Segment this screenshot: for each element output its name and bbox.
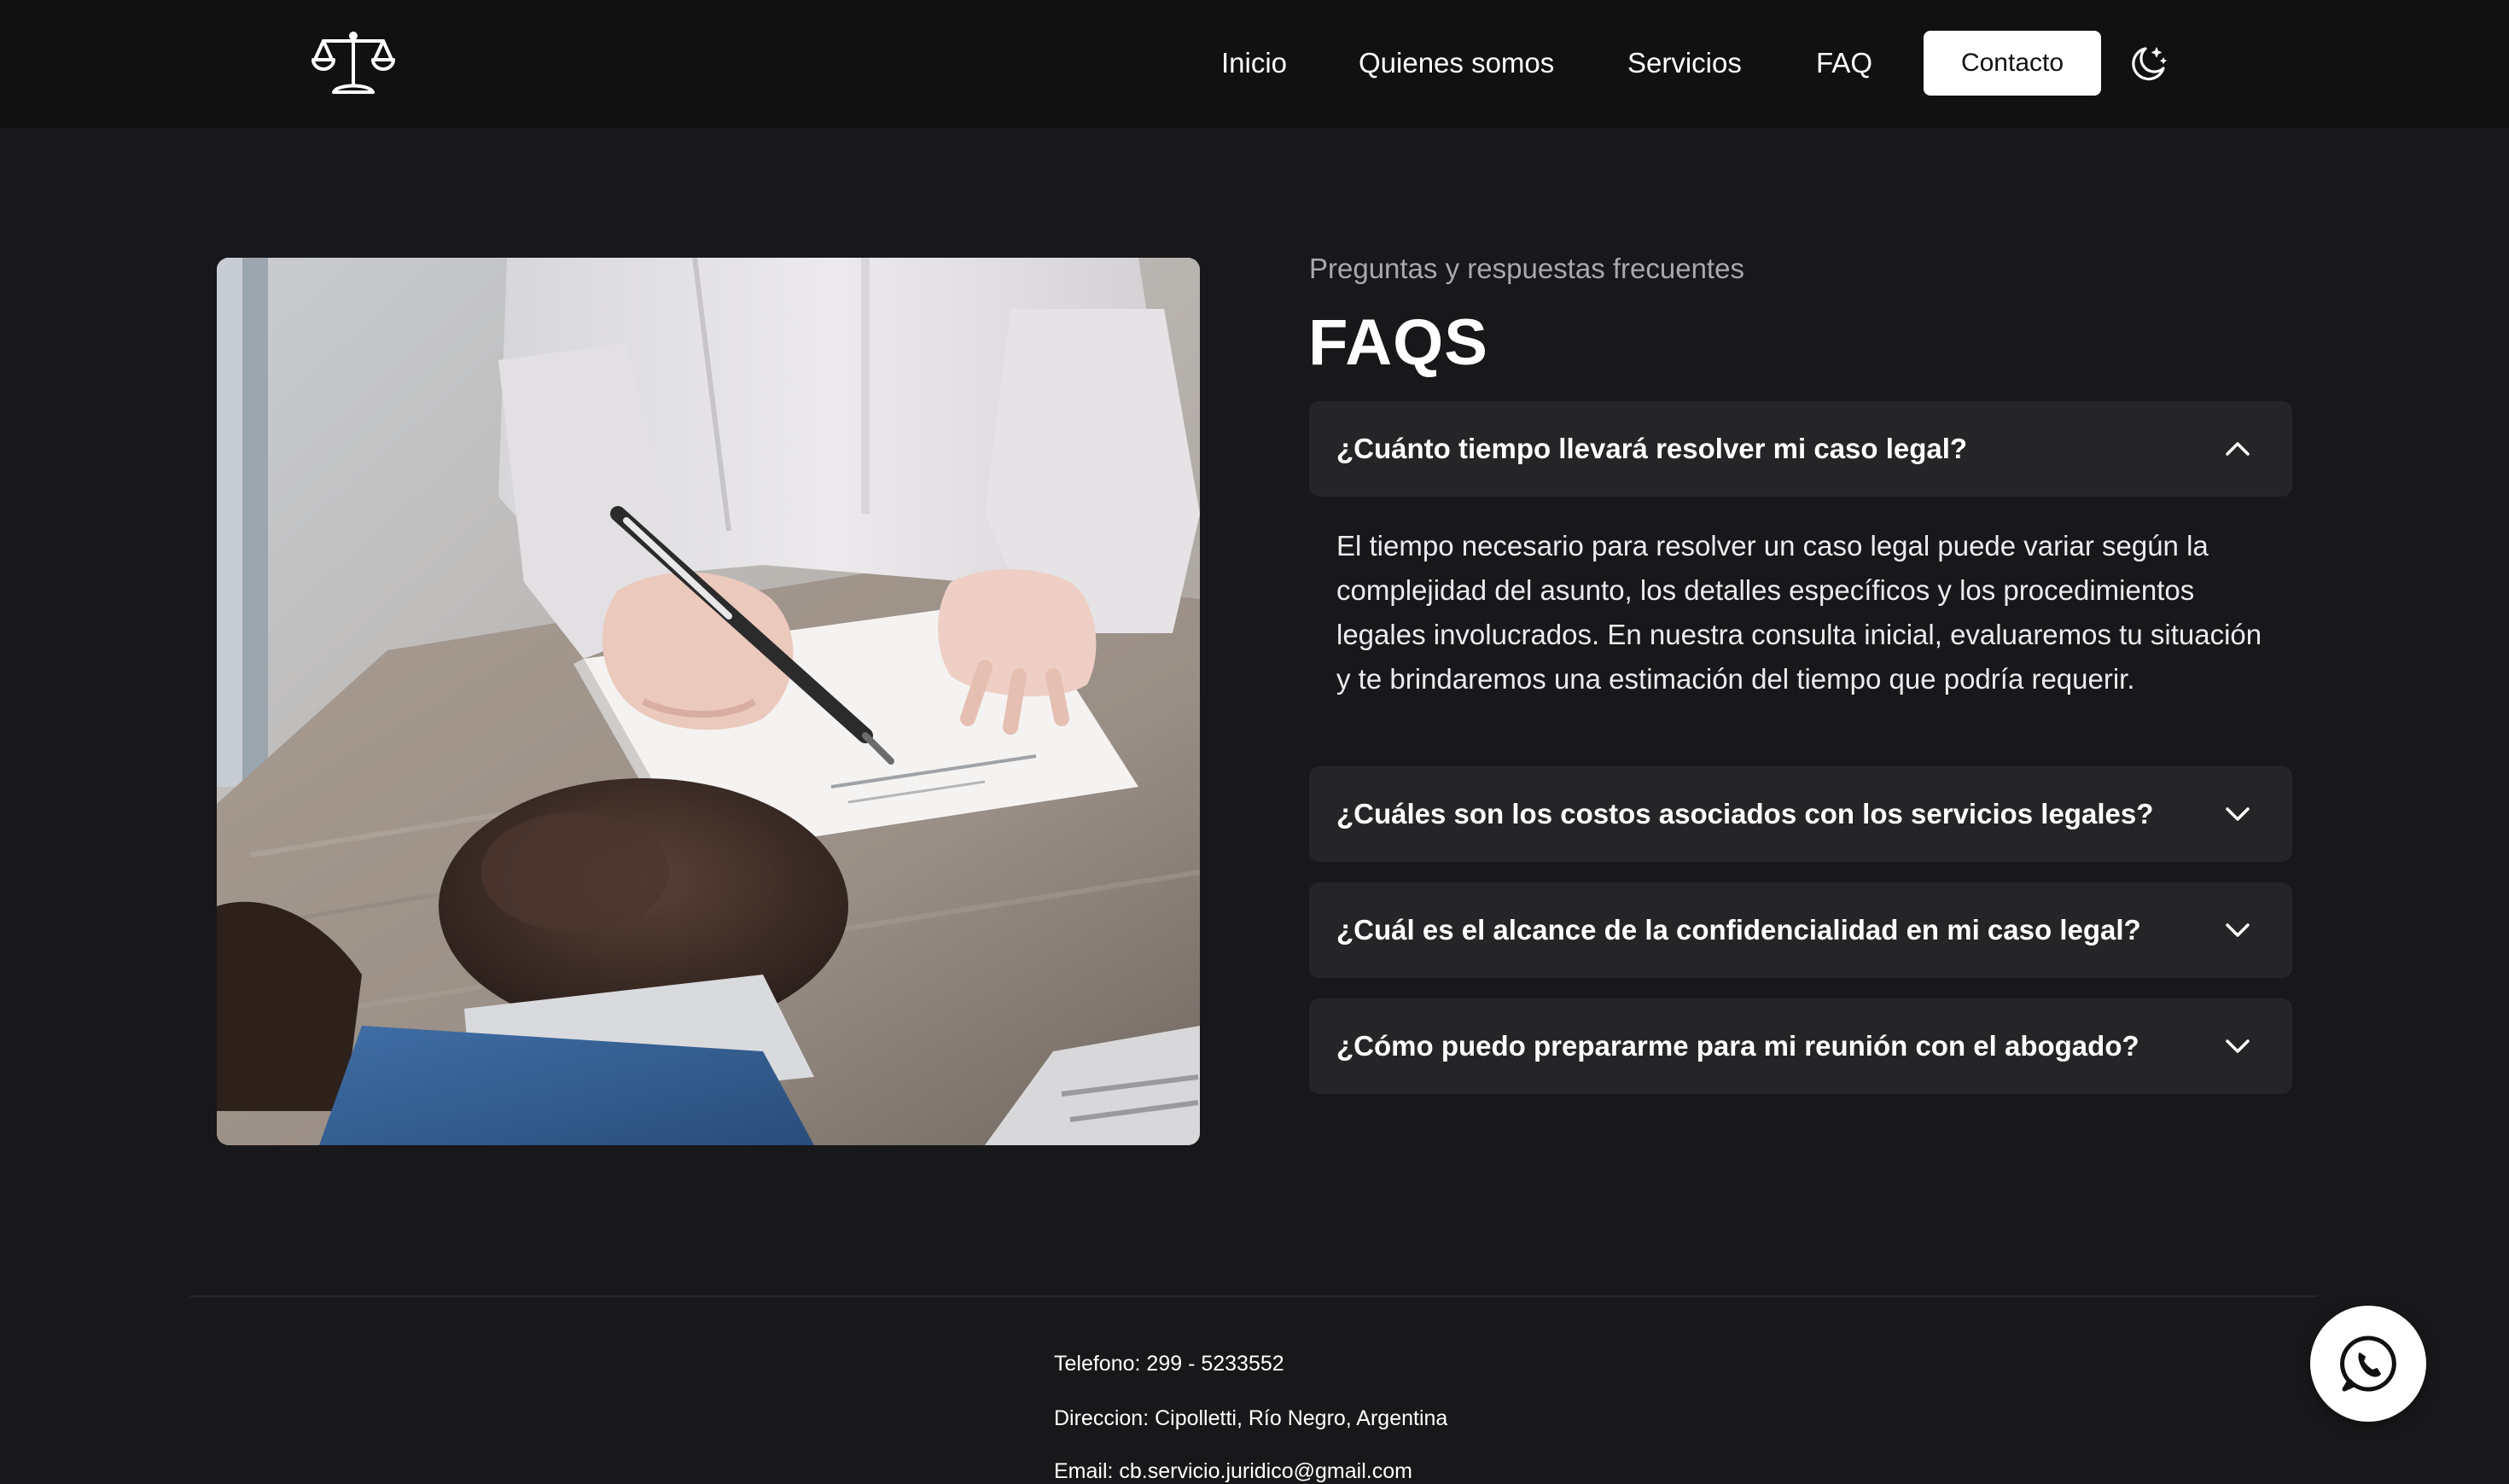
faq-question: ¿Cuánto tiempo llevará resolver mi caso … bbox=[1336, 433, 1968, 464]
nav-faq[interactable]: FAQ bbox=[1816, 44, 1872, 82]
faq-title: FAQS bbox=[1308, 306, 1488, 379]
scales-of-justice-icon[interactable] bbox=[311, 29, 395, 96]
footer-phone: Telefono: 299 - 5233552 bbox=[1054, 1352, 1284, 1376]
footer-email[interactable]: Email: cb.servicio.juridico@gmail.com bbox=[1054, 1459, 1412, 1484]
chevron-down-icon bbox=[2222, 1031, 2253, 1062]
faq-question: ¿Cómo puedo prepararme para mi reunión c… bbox=[1336, 1030, 2139, 1062]
footer-address: Direccion: Cipolletti, Río Negro, Argent… bbox=[1054, 1406, 1448, 1430]
chevron-down-icon bbox=[2222, 799, 2253, 829]
site-header: Inicio Quienes somos Servicios FAQ Conta… bbox=[0, 0, 2509, 128]
faq-item-3[interactable]: ¿Cuál es el alcance de la confidencialid… bbox=[1309, 882, 2292, 978]
faq-item-4[interactable]: ¿Cómo puedo prepararme para mi reunión c… bbox=[1309, 998, 2292, 1094]
moon-stars-icon[interactable] bbox=[2127, 43, 2169, 85]
faq-question: ¿Cuáles son los costos asociados con los… bbox=[1336, 798, 2154, 829]
whatsapp-icon[interactable] bbox=[2310, 1306, 2426, 1422]
contact-button[interactable]: Contacto bbox=[1924, 31, 2101, 96]
faq-item-1[interactable]: ¿Cuánto tiempo llevará resolver mi caso … bbox=[1309, 401, 2292, 497]
footer-divider bbox=[189, 1295, 2318, 1297]
nav-quienes-somos[interactable]: Quienes somos bbox=[1359, 44, 1554, 82]
nav-inicio[interactable]: Inicio bbox=[1221, 44, 1287, 82]
faq-answer: El tiempo necesario para resolver un cas… bbox=[1336, 530, 2262, 695]
faq-subtitle: Preguntas y respuestas frecuentes bbox=[1309, 253, 1744, 284]
chevron-up-icon bbox=[2222, 434, 2253, 464]
nav-servicios[interactable]: Servicios bbox=[1627, 44, 1742, 82]
faq-item-2[interactable]: ¿Cuáles son los costos asociados con los… bbox=[1309, 766, 2292, 862]
lawyer-signing-document-photo bbox=[217, 258, 1200, 1145]
faq-question: ¿Cuál es el alcance de la confidencialid… bbox=[1336, 914, 2141, 946]
chevron-down-icon bbox=[2222, 915, 2253, 946]
